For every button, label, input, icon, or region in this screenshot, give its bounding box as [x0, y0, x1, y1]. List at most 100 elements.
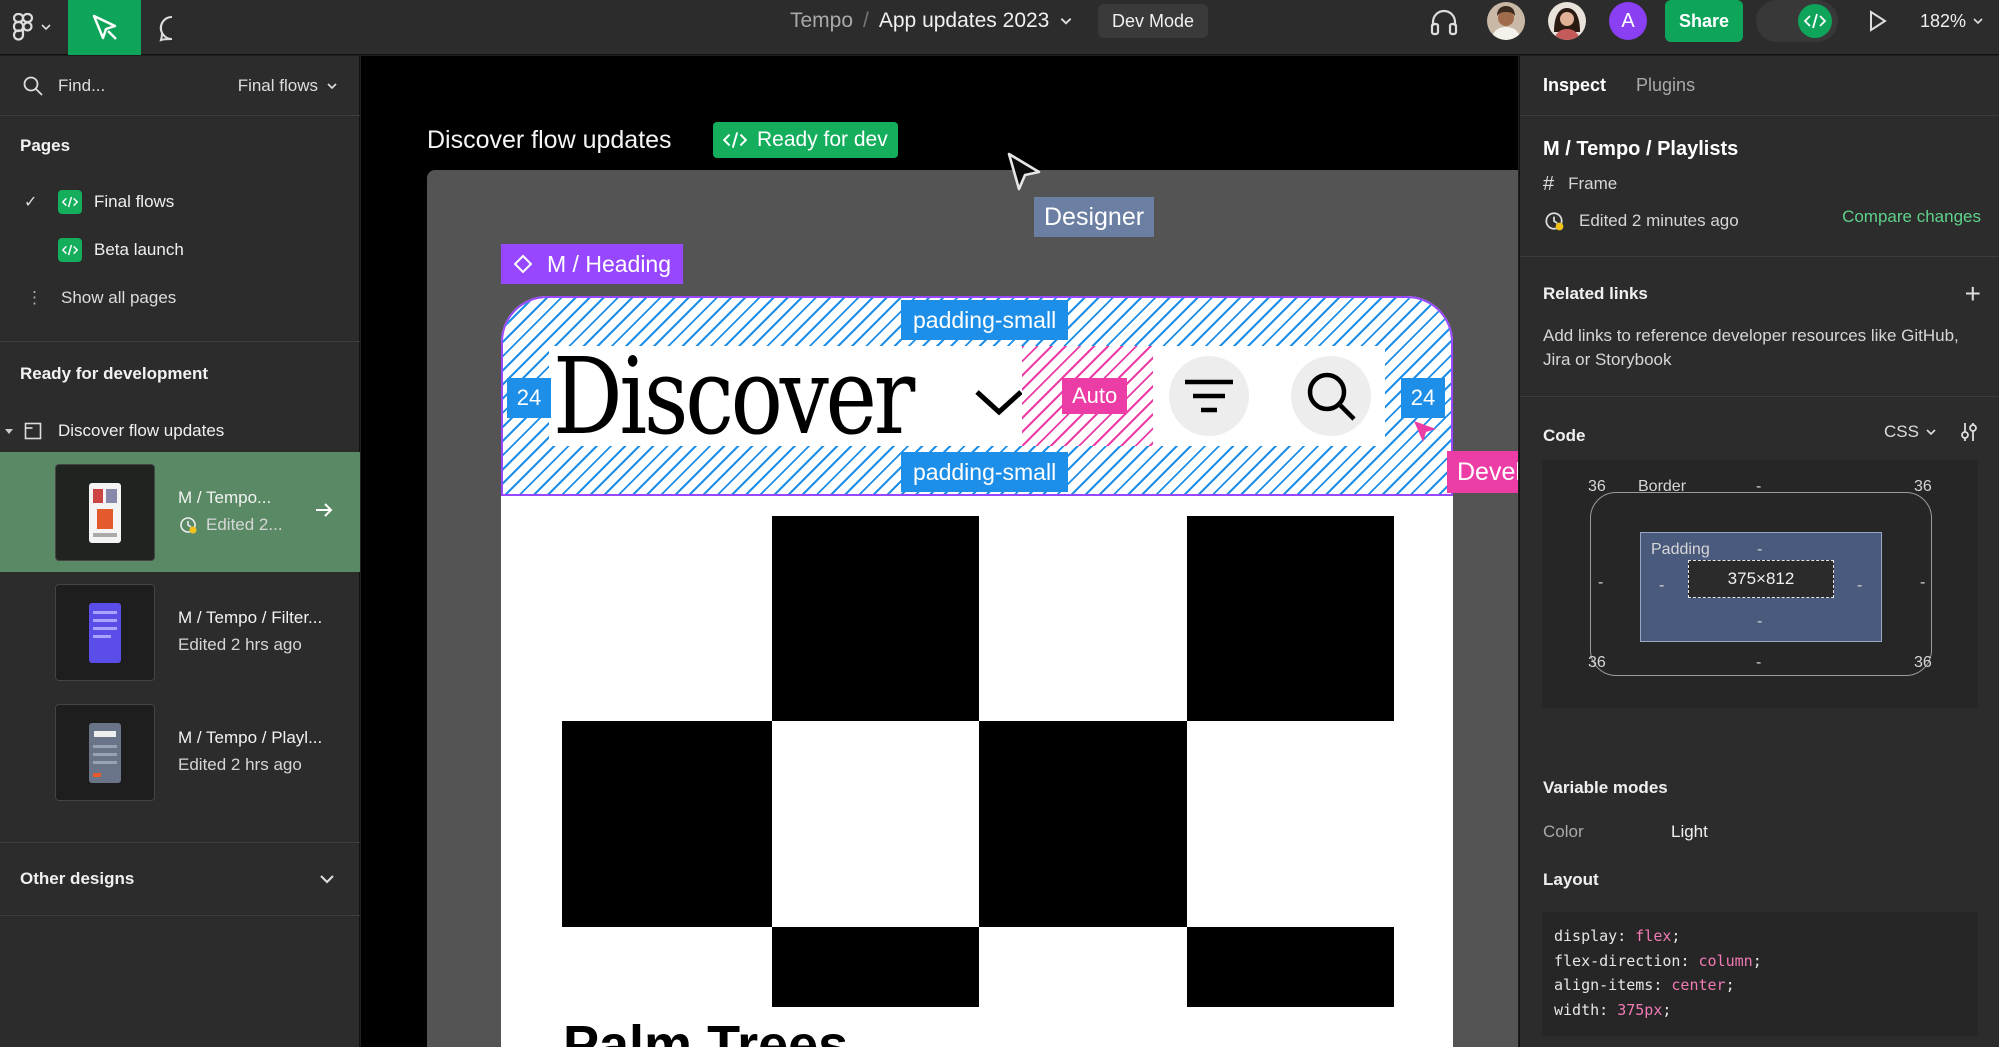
search-input[interactable]: Find... — [58, 76, 238, 96]
search-button[interactable] — [1291, 356, 1371, 436]
file-name[interactable]: App updates 2023 — [879, 9, 1049, 33]
related-links-description: Add links to reference developer resourc… — [1543, 326, 1959, 369]
section-discover-flow-updates[interactable]: Discover flow updates — [0, 410, 360, 452]
avatar[interactable] — [1548, 2, 1586, 40]
content-size: 375×812 — [1688, 560, 1834, 598]
search-icon — [23, 76, 43, 96]
section-label: Discover flow updates — [58, 421, 225, 440]
layout-heading: Layout — [1543, 870, 1599, 889]
find-bar: Find... Final flows — [0, 56, 360, 116]
padding-left-value: - — [1659, 577, 1665, 594]
discover-title-box[interactable]: Discover — [549, 335, 1022, 458]
check-icon: ✓ — [24, 194, 38, 211]
tab-plugins[interactable]: Plugins — [1636, 75, 1695, 96]
section-icon — [24, 422, 42, 440]
frame-thumbnail — [55, 584, 155, 681]
figma-logo-icon — [12, 12, 34, 41]
ready-for-dev-icon — [58, 238, 82, 262]
comment-tool-button[interactable] — [152, 0, 192, 55]
project-name[interactable]: Tempo — [790, 9, 853, 33]
show-all-pages[interactable]: ⋮ Show all pages — [0, 276, 360, 320]
compare-changes-link[interactable]: Compare changes — [1842, 207, 1981, 227]
edit-history: Edited 2 minutes ago — [1543, 207, 1739, 235]
file-title[interactable]: Tempo / App updates 2023 — [790, 0, 1073, 42]
frame-edited: Edited 2... — [178, 515, 283, 535]
radius-bottom-left: 36 — [1588, 654, 1606, 671]
component-label[interactable]: M / Heading — [501, 244, 684, 284]
code-line: display: flex; — [1554, 927, 1681, 945]
zoom-value: 182% — [1920, 10, 1967, 31]
main-menu-button[interactable] — [12, 8, 60, 46]
breadcrumb-separator: / — [863, 9, 869, 32]
developer-cursor-icon — [1414, 421, 1436, 442]
code-language-select[interactable]: CSS — [1884, 422, 1937, 442]
other-designs-section[interactable]: Other designs — [0, 842, 360, 916]
image-tile — [1187, 927, 1394, 1007]
headphones-icon[interactable] — [1428, 6, 1460, 38]
avatar[interactable]: A — [1609, 2, 1647, 40]
user-avatar-icon — [1487, 2, 1525, 40]
arrow-right-icon[interactable] — [312, 498, 336, 522]
chevron-down-icon — [1973, 18, 1983, 25]
page-item-final-flows[interactable]: ✓ Final flows — [0, 180, 360, 224]
settings-sliders-icon[interactable] — [1957, 420, 1981, 444]
image-tile — [772, 927, 979, 1007]
dev-mode-toggle[interactable] — [1756, 0, 1838, 42]
padding-top-value: - — [1757, 541, 1763, 558]
divider — [0, 341, 360, 342]
chevron-down-icon — [327, 82, 337, 89]
ready-for-dev-badge[interactable]: Ready for dev — [713, 122, 898, 158]
code-icon — [1804, 13, 1826, 29]
padding-top-label: padding-small — [901, 300, 1069, 340]
play-icon[interactable] — [1862, 6, 1892, 36]
selection-type: # Frame — [1543, 170, 1617, 198]
edited-label: Edited 2 minutes ago — [1579, 211, 1739, 230]
dev-mode-badge[interactable]: Dev Mode — [1098, 4, 1209, 38]
more-icon: ⋮ — [26, 288, 43, 307]
variable-mode-value[interactable]: Light — [1671, 822, 1708, 842]
css-code-block[interactable]: display: flex; flex-direction: column; a… — [1542, 912, 1978, 1036]
phone-thumbnail-icon — [89, 602, 121, 663]
radius-top-left: 36 — [1588, 478, 1606, 495]
ready-for-dev-icon — [58, 190, 82, 214]
chevron-down-icon[interactable] — [1059, 14, 1073, 28]
border-label: Border — [1638, 478, 1687, 495]
inspect-panel: Inspect Plugins M / Tempo / Playlists # … — [1519, 56, 1999, 1047]
comment-icon — [159, 15, 173, 42]
flow-title[interactable]: Discover flow updates — [427, 126, 672, 155]
section-heading: Palm Trees — [563, 1015, 849, 1047]
divider — [1520, 396, 1999, 397]
move-tool-button[interactable] — [68, 0, 141, 55]
add-link-button[interactable]: + — [1965, 280, 1981, 308]
frame-item[interactable]: M / Tempo... Edited 2... — [0, 452, 360, 572]
page-filter-dropdown[interactable]: Final flows — [238, 76, 338, 96]
caret-down-icon — [5, 429, 13, 434]
chevron-down-icon — [41, 24, 51, 31]
frame-item[interactable]: M / Tempo / Playl... Edited 2 hrs ago — [0, 692, 360, 812]
phone-thumbnail-icon — [89, 482, 121, 543]
padding-label: Padding — [1651, 541, 1710, 558]
page-item-beta-launch[interactable]: Beta launch — [0, 228, 360, 272]
auto-gap-label: Auto — [1062, 378, 1128, 414]
frame-item[interactable]: M / Tempo / Filter... Edited 2 hrs ago — [0, 572, 360, 692]
box-model: 36 Border - 36 - - 36 - 36 Padding - - -… — [1542, 460, 1978, 708]
radius-top-right: 36 — [1914, 478, 1932, 495]
zoom-control[interactable]: 182% — [1920, 0, 1984, 42]
developer-cursor-label: Developer — [1447, 451, 1518, 493]
image-tile — [979, 721, 1187, 927]
variable-modes-heading: Variable modes — [1543, 778, 1668, 797]
code-line: align-items: center; — [1554, 976, 1735, 994]
avatar[interactable] — [1487, 2, 1525, 40]
tab-inspect[interactable]: Inspect — [1543, 75, 1606, 96]
left-spacing-label: 24 — [507, 378, 551, 418]
code-language-value: CSS — [1884, 422, 1919, 441]
page-item-label: Beta launch — [94, 240, 184, 259]
canvas[interactable]: Discover flow updates Ready for dev Disc… — [361, 56, 1518, 1047]
other-designs-label: Other designs — [20, 869, 135, 888]
share-button[interactable]: Share — [1665, 0, 1743, 42]
chevron-down-icon[interactable] — [973, 386, 1025, 418]
pages-heading: Pages — [20, 136, 71, 155]
filter-button[interactable] — [1169, 356, 1249, 436]
border-right-value: - — [1920, 574, 1926, 591]
related-links-heading: Related links — [1543, 284, 1648, 303]
